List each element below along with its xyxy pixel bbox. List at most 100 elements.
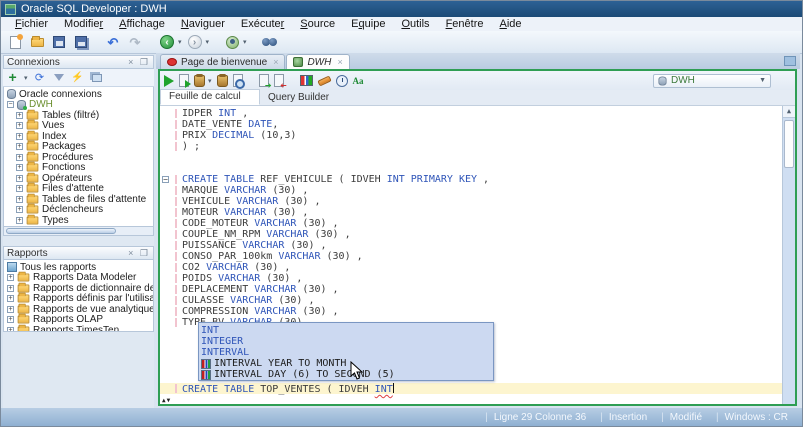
reports-close-icon[interactable]: × [128,248,135,258]
code-line[interactable]: MOTEUR VARCHAR (30) , [160,207,782,218]
code-line[interactable]: CONSO_PAR_100km VARCHAR (30) , [160,251,782,262]
report-node-rapports-de-dictionnaire-de-donn-es[interactable]: + Rapports de dictionnaire de données [4,282,153,294]
add-connection-button[interactable]: + [7,70,21,85]
menu-source[interactable]: Source [292,18,343,30]
tree-node-packages[interactable]: + Packages [4,140,153,152]
report-node-root[interactable]: Tous les rapports [4,262,153,273]
report-node-rapports-olap[interactable]: + Rapports OLAP [4,313,153,325]
code-line-current[interactable]: CREATE TABLE TOP_VENTES ( IDVEH INT [160,383,782,395]
code-line[interactable]: IDPER INT , [160,108,782,119]
tree-node-files-d-attente[interactable]: + Files d'attente [4,182,153,194]
run-statement-button[interactable] [164,73,174,88]
autocomplete-item[interactable]: INTEGER [201,336,493,347]
save-button[interactable] [50,34,68,51]
add-connection-dropdown[interactable]: ▾ [24,74,28,82]
code-line[interactable]: CULASSE VARCHAR (30) , [160,295,782,306]
code-line[interactable]: COMPRESSION VARCHAR (30) , [160,306,782,317]
back-dropdown[interactable]: ▾ [178,38,182,46]
close-icon[interactable]: × [337,57,342,67]
expand-icon[interactable]: + [7,316,14,324]
expand-icon[interactable]: + [16,111,23,119]
menu-outils[interactable]: Outils [393,18,437,30]
expand-icon[interactable]: + [7,295,14,303]
code-line[interactable]: POIDS VARCHAR (30) , [160,273,782,284]
connections-restore-icon[interactable]: ❐ [140,57,150,67]
scroll-up-icon[interactable]: ▲ [783,106,795,118]
code-line[interactable]: PRIX DECIMAL (10,3) [160,130,782,141]
code-line[interactable]: VEHICULE VARCHAR (30) , [160,196,782,207]
save-all-button[interactable] [72,34,90,51]
menu-aide[interactable]: Aide [492,18,530,30]
report-node-rapports-d-finis-par-l-utilisateur[interactable]: + Rapports définis par l'utilisateur [4,292,153,304]
code-line[interactable]: MARQUE VARCHAR (30) , [160,185,782,196]
team-dropdown[interactable]: ▾ [243,38,247,46]
splitter-arrows-icon[interactable]: ▲▼ [162,397,171,404]
commit-button[interactable] [258,73,272,90]
tree-node-tables-filtr-[interactable]: + Tables (filtré) [4,109,153,121]
autotrace-button[interactable] [216,73,228,88]
tree-node-fonctions[interactable]: + Fonctions [4,161,153,173]
code-line[interactable]: DEPLACEMENT VARCHAR (30) , [160,284,782,295]
code-line[interactable]: CO2 VARCHAR (30) , [160,262,782,273]
code-line[interactable] [160,394,782,404]
report-node-rapports-de-vue-analytique[interactable]: + Rapports de vue analytique [4,303,153,315]
expand-icon[interactable]: + [16,122,23,130]
new-file-button[interactable] [6,33,24,51]
reports-restore-icon[interactable]: ❐ [140,248,150,258]
tree-node-d-clencheurs[interactable]: + Déclencheurs [4,203,153,215]
open-button[interactable] [28,34,46,51]
subtab-feuille-de-calcul[interactable]: Feuille de calcul [160,89,260,105]
explain-plan-dropdown[interactable]: ▾ [208,77,212,85]
tab-dwh[interactable]: DWH × [286,54,350,69]
menu-fichier[interactable]: Fichier [7,18,56,30]
forward-button[interactable]: › [186,34,204,51]
expand-icon[interactable]: + [16,185,23,193]
expand-icon[interactable]: + [16,164,23,172]
query-plan-button[interactable] [232,73,245,89]
minimize-tab-group-icon[interactable] [784,56,796,66]
hscrollbar-thumb[interactable] [6,228,116,234]
close-icon[interactable]: × [273,57,278,67]
autocomplete-item[interactable]: INTERVAL DAY (6) TO SECOND (5) [201,369,493,380]
tab-page-de-bienvenue[interactable]: Page de bienvenue × [160,54,286,69]
expand-icon[interactable]: + [16,206,23,214]
undo-button[interactable]: ↶ [104,34,122,51]
autocomplete-item[interactable]: INTERVAL YEAR TO MONTH [201,358,493,369]
tree-node-index[interactable]: + Index [4,130,153,142]
connections-hscrollbar[interactable] [3,227,154,236]
explain-plan-button[interactable] [194,73,205,88]
expand-icon[interactable]: + [16,132,23,140]
report-node-rapports-timesten[interactable]: + Rapports TimesTen [4,324,153,331]
collapse-icon[interactable]: − [7,101,14,109]
search-button[interactable] [261,34,279,51]
code-line[interactable]: COUPLE_NM_RPM VARCHAR (30) , [160,229,782,240]
clear-button[interactable] [316,73,332,88]
menu-affichage[interactable]: Affichage [111,18,173,30]
report-node-rapports-data-modeler[interactable]: + Rapports Data Modeler [4,271,153,283]
team-button[interactable] [223,34,241,51]
tree-node-vues[interactable]: + Vues [4,119,153,131]
vscrollbar-thumb[interactable] [784,120,794,168]
monitor-sql-button[interactable] [299,73,313,88]
tree-node-root[interactable]: Oracle connexions [4,89,153,100]
fold-collapse-icon[interactable]: − [162,176,169,184]
autocomplete-item[interactable]: INTERVAL [201,347,493,358]
tree-node-connection[interactable]: − DWH [4,99,153,110]
expand-icon[interactable]: + [16,153,23,161]
code-line[interactable]: CODE_MOTEUR VARCHAR (30) , [160,218,782,229]
change-case-button[interactable]: Aa [353,73,364,88]
code-line[interactable] [160,152,782,163]
expand-icon[interactable]: + [16,195,23,203]
editor-vscrollbar[interactable]: ▲ [782,106,795,404]
expand-icon[interactable]: + [7,305,14,313]
forward-dropdown[interactable]: ▾ [206,38,210,46]
expand-icon[interactable]: + [7,326,14,331]
collapse-all-button[interactable] [90,71,104,85]
expand-icon[interactable]: + [7,274,14,282]
tree-node-proc-dures[interactable]: + Procédures [4,151,153,163]
back-button[interactable]: ‹ [158,34,176,51]
connections-close-icon[interactable]: × [128,57,135,67]
code-line[interactable]: DATE_VENTE DATE, [160,119,782,130]
subtab-query-builder[interactable]: Query Builder [260,91,339,105]
connection-status-button[interactable]: ⚡ [71,71,85,85]
